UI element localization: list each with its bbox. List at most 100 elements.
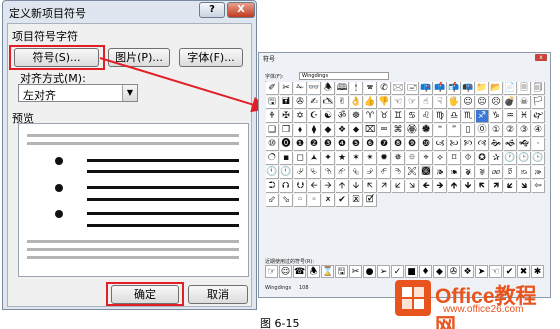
symbol-cell[interactable]: ❑ xyxy=(266,124,279,137)
symbol-cell[interactable]: ⯐ xyxy=(406,152,419,165)
symbol-cell[interactable]: ⇦ xyxy=(532,180,545,193)
symbol-cell[interactable]: ❖ xyxy=(336,124,349,137)
symbol-cell[interactable]: 🕑 xyxy=(518,152,531,165)
symbol-cell[interactable]: ☪ xyxy=(308,110,321,123)
symbol-cell[interactable]: 🙖 xyxy=(476,166,489,179)
symbol-cell[interactable]: ♈ xyxy=(364,110,377,123)
symbol-cell[interactable]: ❸ xyxy=(322,138,335,151)
symbol-cell[interactable]: ✴ xyxy=(364,152,377,165)
symbol-cell[interactable]: 🙔 xyxy=(448,166,461,179)
symbol-cell[interactable]: ♑ xyxy=(490,110,503,123)
symbol-cell[interactable]: 😐 xyxy=(476,96,489,109)
symbol-cell[interactable]: ॐ xyxy=(336,110,349,123)
symbol-cell[interactable]: ❷ xyxy=(308,138,321,151)
symbol-cell[interactable]: ⮲ xyxy=(322,166,335,179)
symbol-cell[interactable]: 🡪 xyxy=(322,180,335,193)
symbol-cell[interactable]: ☺ xyxy=(462,96,475,109)
recent-symbol-cell[interactable]: ☜ xyxy=(489,265,502,278)
symbol-cell[interactable]: ⮹ xyxy=(378,124,391,137)
symbol-cell[interactable]: ⧫ xyxy=(308,124,321,137)
symbol-cell[interactable]: 🙓 xyxy=(532,166,545,179)
symbol-cell[interactable]: ☜ xyxy=(392,96,405,109)
symbol-cell[interactable]: 🢭 xyxy=(308,194,321,207)
symbol-cell[interactable]: 🏳 xyxy=(532,96,545,109)
symbol-cell[interactable]: ✠ xyxy=(280,110,293,123)
symbol-cell[interactable]: 📄 xyxy=(504,82,517,95)
symbol-cell[interactable]: ✡ xyxy=(294,110,307,123)
symbol-cell[interactable]: ▯ xyxy=(462,124,475,137)
symbol-cell[interactable]: 🙰 xyxy=(532,110,545,123)
symbol-cell[interactable]: ⌑ xyxy=(448,152,461,165)
symbol-cell[interactable]: 📪 xyxy=(420,82,433,95)
symbol-cell[interactable]: ⮴ xyxy=(350,166,363,179)
symbol-cell[interactable]: 🗏 xyxy=(518,82,531,95)
symbol-cell[interactable]: 👎 xyxy=(378,96,391,109)
symbol-cell[interactable]: 🡩 xyxy=(336,180,349,193)
recent-symbol-cell[interactable]: ❖ xyxy=(461,265,474,278)
symbol-cell[interactable]: ▪ xyxy=(280,152,293,165)
symbol-cell[interactable]: ♉ xyxy=(378,110,391,123)
symbol-cell[interactable]: ♊ xyxy=(392,110,405,123)
symbol-cell[interactable]: ⬧ xyxy=(294,124,307,137)
symbol-cell[interactable]: 🗶 xyxy=(322,194,335,207)
symbol-cell[interactable]: ⌖ xyxy=(420,152,433,165)
recent-symbol-cell[interactable]: ■ xyxy=(405,265,418,278)
symbol-cell[interactable]: ⓪ xyxy=(476,124,489,137)
recent-symbol-cell[interactable]: 🖫 xyxy=(335,265,348,278)
recent-symbol-cell[interactable]: ✇ xyxy=(447,265,460,278)
symbol-cell[interactable]: 🡯 xyxy=(392,180,405,193)
symbol-cell[interactable]: ⮰ xyxy=(294,166,307,179)
recent-symbol-cell[interactable]: ☎ xyxy=(293,265,306,278)
symbol-cell[interactable]: ✶ xyxy=(350,152,363,165)
recent-symbol-cell[interactable]: ✓ xyxy=(391,265,404,278)
symbol-cell[interactable]: 🙪 xyxy=(406,166,419,179)
symbol-cell[interactable]: 📬 xyxy=(448,82,461,95)
symbol-cell[interactable]: 🡬 xyxy=(364,180,377,193)
symbol-cell[interactable]: 👍 xyxy=(364,96,377,109)
symbol-cell[interactable]: 🗷 xyxy=(350,194,363,207)
symbol-cell[interactable]: ♐ xyxy=(476,110,489,123)
recent-symbol-cell[interactable]: ✖ xyxy=(517,265,530,278)
symbol-cell[interactable]: 🙑 xyxy=(504,166,517,179)
symbol-cell[interactable]: ✁ xyxy=(294,82,307,95)
symbol-cell[interactable]: ◆ xyxy=(322,124,335,137)
symbol-cell[interactable]: 🡸 xyxy=(420,180,433,193)
symbol-cell[interactable]: 🖫 xyxy=(266,96,279,109)
symbol-cell[interactable]: 🡮 xyxy=(406,180,419,193)
symbol-cell[interactable]: ❾ xyxy=(406,138,419,151)
symbol-cell[interactable]: ✦ xyxy=(322,152,335,165)
symbol-cell[interactable]: 🙕 xyxy=(434,166,447,179)
symbol-cell[interactable]: ✹ xyxy=(378,152,391,165)
symbol-cell[interactable]: ❻ xyxy=(364,138,377,151)
symbol-close-icon[interactable]: x xyxy=(535,54,547,61)
symbol-cell[interactable]: ♍ xyxy=(434,110,447,123)
symbol-cell[interactable]: ⌧ xyxy=(364,124,377,137)
symbol-cell[interactable]: 🖬 xyxy=(280,96,293,109)
symbol-cell[interactable]: ✇ xyxy=(294,96,307,109)
symbol-cell[interactable]: ❒ xyxy=(280,124,293,137)
symbol-cell[interactable]: ✍ xyxy=(308,96,321,109)
symbol-cell[interactable]: 📭 xyxy=(462,82,475,95)
symbol-cell[interactable]: 🕯 xyxy=(350,82,363,95)
symbol-cell[interactable]: ✆ xyxy=(378,82,391,95)
symbol-cell[interactable]: ♒ xyxy=(504,110,517,123)
symbol-cell[interactable]: 🡼 xyxy=(476,180,489,193)
symbol-cell[interactable]: ✰ xyxy=(490,152,503,165)
symbol-cell[interactable]: ☹ xyxy=(490,96,503,109)
symbol-cell[interactable]: ✵ xyxy=(392,152,405,165)
symbol-cell[interactable]: ⮊ xyxy=(266,180,279,193)
recent-symbol-cell[interactable]: ⌛ xyxy=(321,265,334,278)
symbol-cell[interactable]: 🙠 xyxy=(448,138,461,151)
symbol-cell[interactable]: 🗹 xyxy=(364,194,377,207)
recent-symbol-cell[interactable]: ● xyxy=(363,265,376,278)
recent-symbol-cell[interactable]: ☺ xyxy=(279,265,292,278)
recent-symbol-cell[interactable]: ◆ xyxy=(433,265,446,278)
symbol-cell[interactable]: ⮱ xyxy=(308,166,321,179)
symbol-cell[interactable]: 🏵 xyxy=(406,124,419,137)
font-select[interactable]: Wingdings xyxy=(299,72,389,80)
symbol-cell[interactable]: ❶ xyxy=(294,138,307,151)
symbol-cell[interactable]: ⑩ xyxy=(266,138,279,151)
symbol-cell[interactable]: ☞ xyxy=(406,96,419,109)
symbol-cell[interactable]: ② xyxy=(504,124,517,137)
symbol-cell[interactable]: ❿ xyxy=(420,138,433,151)
